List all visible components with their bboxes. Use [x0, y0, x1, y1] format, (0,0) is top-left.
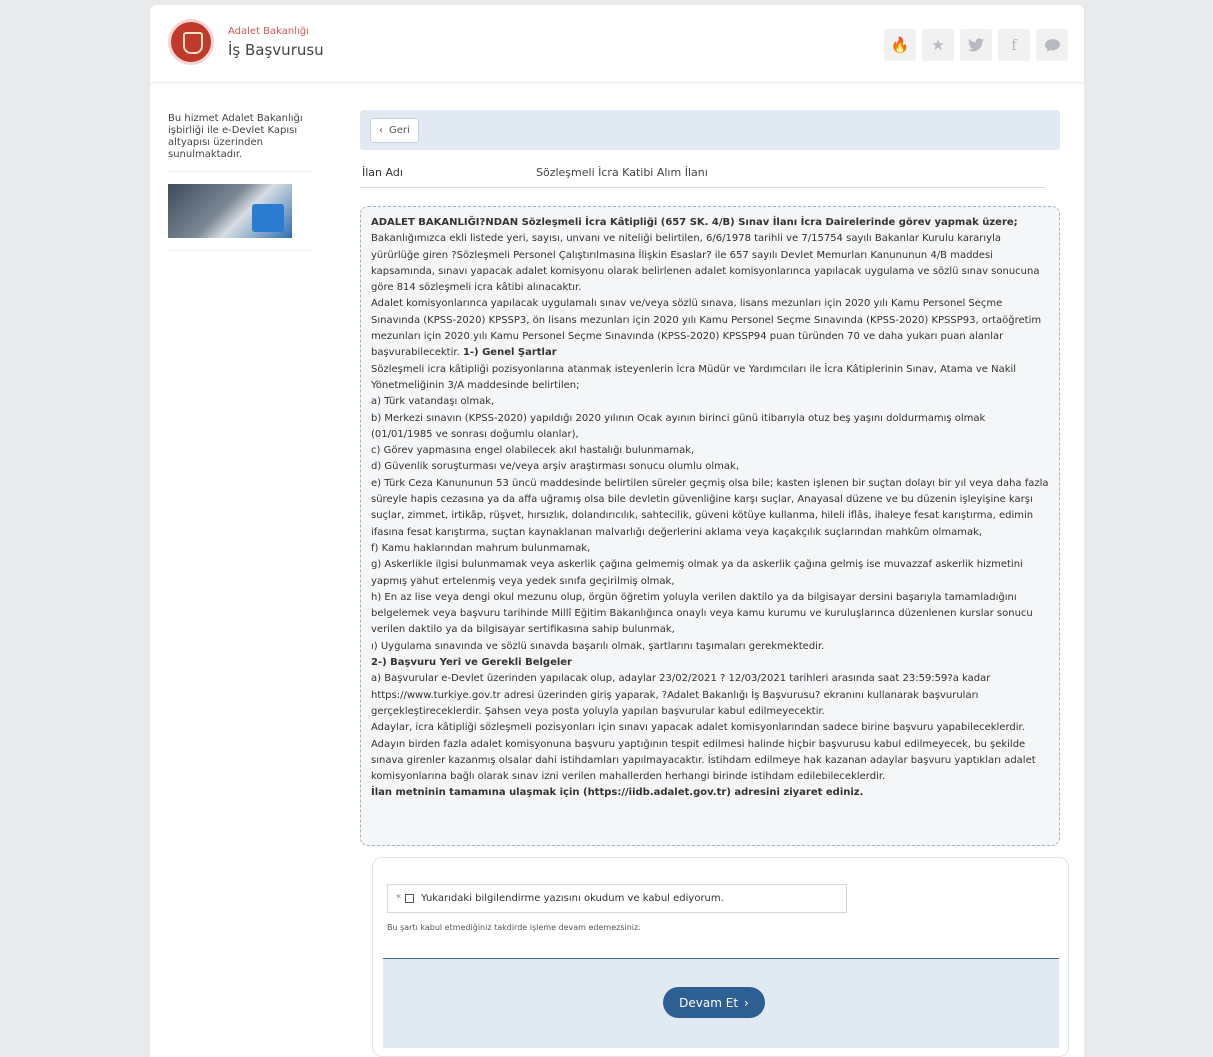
chevron-left-icon: ‹ [379, 125, 383, 136]
sidebar: Bu hizmet Adalet Bakanlığı işbirliği ile… [168, 113, 313, 251]
notice-footer-link-text: İlan metninin tamamına ulaşmak için (htt… [371, 787, 864, 799]
notice-paragraph: Adaylar, icra kâtipliği sözleşmeli pozis… [371, 722, 1036, 783]
notice-heading: ADALET BAKANLIĞI?NDAN Sözleşmeli İcra Kâ… [371, 217, 1018, 228]
notice-paragraph: a) Başvurular e-Devlet üzerinden yapılac… [371, 673, 991, 717]
notice-list-item: d) Güvenlik soruşturması ve/veya arşiv a… [371, 461, 739, 473]
notice-list-item: c) Görev yapmasına engel olabilecek akıl… [371, 445, 695, 457]
agreement-checkbox-row[interactable]: * Yukarıdaki bilgilendirme yazısını okud… [387, 884, 847, 913]
sidebar-info-text: Bu hizmet Adalet Bakanlığı işbirliği ile… [168, 113, 303, 160]
brand-title: İş Başvurusu [228, 41, 324, 59]
ilan-name-value: Sözleşmeli İcra Katibi Alım İlanı [536, 166, 708, 179]
back-button-label: Geri [389, 125, 410, 136]
fire-icon[interactable]: 🔥 [884, 29, 916, 61]
main-content: ‹ Geri İlan Adı Sözleşmeli İcra Katibi A… [360, 110, 1060, 846]
agreement-warning-text: Bu şartı kabul etmediğiniz takdirde işle… [387, 923, 641, 932]
twitter-icon[interactable] [960, 29, 992, 61]
brand-subtitle: Adalet Bakanlığı [228, 26, 309, 37]
ilan-name-row: İlan Adı Sözleşmeli İcra Katibi Alım İla… [360, 166, 1045, 188]
agreement-checkbox-label[interactable]: Yukarıdaki bilgilendirme yazısını okudum… [421, 893, 724, 904]
chat-icon[interactable] [1036, 29, 1068, 61]
notice-section-heading: 1-) Genel Şartlar [462, 347, 557, 359]
agreement-checkbox[interactable] [405, 894, 414, 903]
site-header: Adalet Bakanlığı İş Başvurusu 🔥 ★ f [150, 5, 1084, 83]
notice-section-heading: 2-) Başvuru Yeri ve Gerekli Belgeler [371, 657, 572, 669]
ministry-logo[interactable] [168, 19, 214, 65]
notice-list-item: ı) Uygulama sınavında ve sözlü sınavda b… [371, 640, 825, 652]
submit-area: Devam Et › [383, 958, 1059, 1048]
notice-list-item: b) Merkezi sınavın (KPSS-2020) yapıldığı… [371, 412, 986, 440]
header-icon-group: 🔥 ★ f [884, 29, 1068, 61]
continue-button[interactable]: Devam Et › [663, 987, 765, 1018]
facebook-icon[interactable]: f [998, 29, 1030, 61]
notice-paragraph: Sözleşmeli icra kâtipliği pozisyonlarına… [371, 363, 1017, 391]
chevron-right-icon: › [744, 995, 749, 1010]
notice-paragraph: Adalet komisyonlarınca yapılacak uygulam… [371, 296, 1049, 361]
notice-paragraph: Bakanlığımızca ekli listede yeri, sayısı… [371, 233, 1040, 294]
required-mark: * [396, 893, 401, 904]
sidebar-divider [168, 250, 313, 251]
agreement-card: * Yukarıdaki bilgilendirme yazısını okud… [372, 857, 1069, 1057]
continue-button-label: Devam Et [679, 995, 739, 1010]
notice-list-item: e) Türk Ceza Kanununun 53 üncü maddesind… [371, 477, 1049, 538]
notice-list-item: g) Askerlikle ilgisi bulunmamak veya ask… [371, 559, 1023, 587]
device-tile [252, 204, 284, 232]
ilan-name-label: İlan Adı [362, 166, 403, 179]
notice-list-item: h) En az lise veya dengi okul mezunu olu… [371, 591, 1033, 636]
notice-list-item: f) Kamu haklarından mahrum bulunmamak, [371, 542, 591, 554]
page-container: Adalet Bakanlığı İş Başvurusu 🔥 ★ f Bu h… [150, 5, 1084, 1057]
sidebar-divider [168, 171, 313, 172]
edevlet-banner-image[interactable] [168, 184, 292, 238]
announcement-text-box[interactable]: ADALET BAKANLIĞI?NDAN Sözleşmeli İcra Kâ… [360, 206, 1060, 846]
star-icon[interactable]: ★ [922, 29, 954, 61]
back-button[interactable]: ‹ Geri [370, 118, 419, 143]
notice-list-item: a) Türk vatandaşı olmak, [371, 396, 495, 408]
back-bar: ‹ Geri [360, 110, 1060, 150]
